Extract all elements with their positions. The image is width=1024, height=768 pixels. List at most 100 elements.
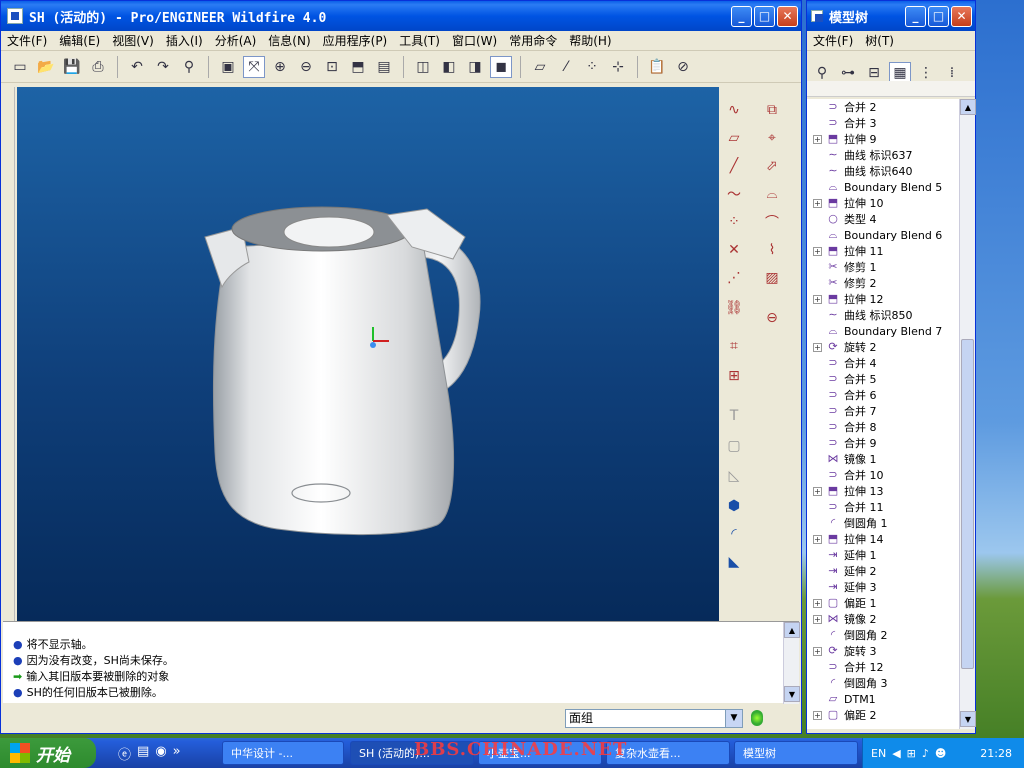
tree-item[interactable]: + ▢ 偏距 2 [807, 707, 964, 723]
round-tool-icon[interactable]: ◜ [723, 523, 745, 545]
left-panel-edge[interactable] [3, 87, 15, 621]
expand-toggle-icon[interactable]: + [813, 294, 822, 304]
expand-toggle-icon[interactable]: + [813, 710, 822, 720]
intent-icon[interactable]: ⌗ [723, 335, 745, 357]
expand-toggle-icon[interactable]: + [813, 134, 822, 144]
tree-item[interactable]: ✂ 修剪 2 [807, 275, 964, 291]
tree-item[interactable]: + ⬒ 拉伸 12 [807, 291, 964, 307]
tree-item[interactable]: ⌓ Boundary Blend 5 [807, 179, 964, 195]
hole-icon[interactable]: T [723, 405, 745, 427]
expand-toggle-icon[interactable]: + [813, 614, 822, 624]
menu-tools[interactable]: 工具(T) [393, 32, 446, 49]
tree-item[interactable]: ⊃ 合并 6 [807, 387, 964, 403]
tree-menu-tree[interactable]: 树(T) [859, 32, 900, 49]
quick-launch-chevron-icon[interactable]: » [173, 744, 181, 763]
tree-item[interactable]: ⊃ 合并 2 [807, 99, 964, 115]
tree-scroll-down-icon[interactable]: ▼ [960, 711, 976, 727]
reorient-icon[interactable]: ⬒ [347, 56, 369, 78]
link-icon[interactable]: ⛓ [723, 297, 745, 319]
tree-item[interactable]: ⊃ 合并 9 [807, 435, 964, 451]
sweep-icon[interactable]: ⌇ [761, 239, 783, 261]
tree-item[interactable]: ⇥ 延伸 3 [807, 579, 964, 595]
menu-analysis[interactable]: 分析(A) [209, 32, 263, 49]
tree-item[interactable]: ⊃ 合并 12 [807, 659, 964, 675]
tree-item[interactable]: ▱ DTM1 [807, 691, 964, 707]
refit-icon[interactable]: ⊡ [321, 56, 343, 78]
task-button[interactable]: 中华设计 -... [222, 741, 344, 765]
tree-item[interactable]: ⊃ 合并 4 [807, 355, 964, 371]
tree-item[interactable]: + ⋈ 镜像 2 [807, 611, 964, 627]
redo-icon[interactable]: ↷ [152, 56, 174, 78]
tree-item[interactable]: + ⟳ 旋转 2 [807, 339, 964, 355]
tree-item[interactable]: ⋈ 镜像 1 [807, 451, 964, 467]
main-titlebar[interactable]: SH (活动的) - Pro/ENGINEER Wildfire 4.0 _ □… [1, 1, 801, 31]
volume-icon[interactable]: ♪ [922, 747, 929, 760]
tree-item[interactable]: ⊃ 合并 7 [807, 403, 964, 419]
print-icon[interactable]: ⎙ [87, 56, 109, 78]
zoom-out-icon[interactable]: ⊖ [295, 56, 317, 78]
menu-help[interactable]: 帮助(H) [563, 32, 617, 49]
network-icon[interactable]: ⊞ [907, 747, 916, 760]
task-button[interactable]: 模型树 [734, 741, 858, 765]
tray-arrow-icon[interactable]: ◀ [892, 747, 900, 760]
tree-item[interactable]: ⇥ 延伸 1 [807, 547, 964, 563]
analysis-point-icon[interactable]: ⋰ [723, 267, 745, 289]
tree-titlebar[interactable]: 模型树 _ □ ✕ [807, 1, 975, 31]
tree-item[interactable]: ◜ 倒圆角 2 [807, 627, 964, 643]
graphics-viewport[interactable] [17, 87, 719, 621]
curve-tool-icon[interactable]: 〜 [723, 183, 745, 205]
menu-file[interactable]: 文件(F) [1, 32, 53, 49]
minimize-button[interactable]: _ [731, 5, 752, 27]
sketch-curve-icon[interactable]: ∿ [723, 99, 745, 121]
expand-toggle-icon[interactable]: + [813, 198, 822, 208]
expand-toggle-icon[interactable]: + [813, 342, 822, 352]
spin-center-icon[interactable]: ⤧ [243, 55, 265, 78]
tree-item[interactable]: ⇥ 延伸 2 [807, 563, 964, 579]
tree-item[interactable]: ⊃ 合并 8 [807, 419, 964, 435]
scroll-up-arrow-icon[interactable]: ▲ [784, 622, 800, 638]
find-binoculars-icon[interactable]: ⚲ [178, 56, 200, 78]
extrude-tool-icon[interactable]: ⬢ [723, 495, 745, 517]
scroll-down-arrow-icon[interactable]: ▼ [784, 686, 800, 702]
tree-item[interactable]: + ⬒ 拉伸 14 [807, 531, 964, 547]
shading-icon[interactable]: ◼ [490, 55, 512, 78]
expand-toggle-icon[interactable]: + [813, 534, 822, 544]
tree-item[interactable]: ◜ 倒圆角 3 [807, 675, 964, 691]
tree-item[interactable]: + ⬒ 拉伸 10 [807, 195, 964, 211]
wireframe-icon[interactable]: ◫ [412, 56, 434, 78]
pattern-icon[interactable]: ⊞ [723, 365, 745, 387]
datum-plane-icon[interactable]: ▱ [723, 127, 745, 149]
show-desktop-icon[interactable]: ▤ [137, 744, 149, 763]
menu-insert[interactable]: 插入(I) [160, 32, 209, 49]
coordinate-systems-toggle-icon[interactable]: ⊹ [607, 56, 629, 78]
datum-axes-toggle-icon[interactable]: ⁄ [555, 56, 577, 78]
tree-item[interactable]: ∼ 曲线 标识640 [807, 163, 964, 179]
menu-window[interactable]: 窗口(W) [446, 32, 503, 49]
save-icon[interactable]: 💾 [61, 56, 83, 78]
undo-icon[interactable]: ↶ [126, 56, 148, 78]
message-scrollbar[interactable]: ▲ ▼ [783, 622, 800, 704]
ie-icon[interactable]: ⓔ [118, 744, 131, 763]
tree-item[interactable]: ∼ 曲线 标识637 [807, 147, 964, 163]
tree-item[interactable]: ⌓ Boundary Blend 7 [807, 323, 964, 339]
expand-toggle-icon[interactable]: + [813, 646, 822, 656]
datum-point-icon[interactable]: ⁘ [723, 211, 745, 233]
tree-minimize-button[interactable]: _ [905, 5, 926, 27]
datum-points-toggle-icon[interactable]: ⁘ [581, 56, 603, 78]
chamfer-tool-icon[interactable]: ◣ [723, 551, 745, 573]
selection-filter-select[interactable]: 面组 ▼ [565, 709, 743, 728]
saved-views-icon[interactable]: ▤ [373, 56, 395, 78]
tree-item[interactable]: ⊃ 合并 3 [807, 115, 964, 131]
tree-item[interactable]: ○ 类型 4 [807, 211, 964, 227]
qq-icon[interactable]: ☻ [935, 747, 946, 760]
copy-feature-icon[interactable]: ⧉ [761, 99, 783, 121]
expand-toggle-icon[interactable]: + [813, 486, 822, 496]
tree-scroll-thumb[interactable] [961, 339, 974, 669]
menu-edit[interactable]: 编辑(E) [53, 32, 106, 49]
shell-icon[interactable]: ▢ [723, 435, 745, 457]
tree-item[interactable]: + ▢ 偏距 1 [807, 595, 964, 611]
chevron-down-icon[interactable]: ▼ [725, 710, 742, 727]
maximize-button[interactable]: □ [754, 5, 775, 27]
tree-menu-file[interactable]: 文件(F) [807, 32, 859, 49]
datum-axis-tool-icon[interactable]: ⌖ [761, 127, 783, 149]
